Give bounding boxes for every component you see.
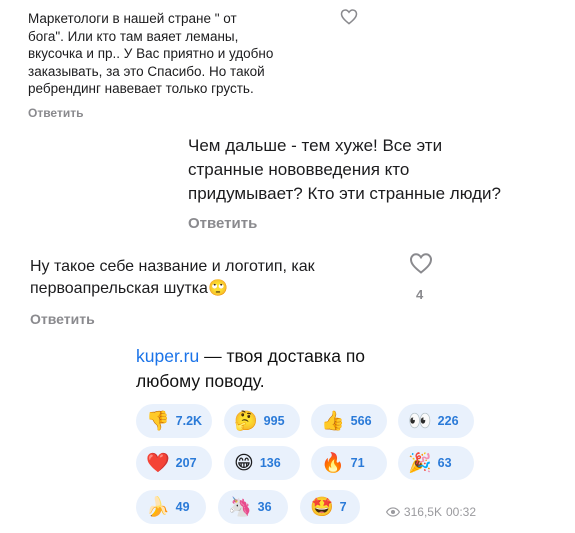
eyes-icon: 👀 <box>408 409 432 432</box>
post-text-line-2: любому поводу. <box>136 371 265 391</box>
comment-line: Чем дальше - тем хуже! Все эти <box>188 136 443 155</box>
fire-icon: 🔥 <box>321 451 345 474</box>
reaction-fire[interactable]: 🔥 71 <box>311 446 387 480</box>
post-meta: 316,5K 00:32 <box>385 505 476 519</box>
reaction-count: 226 <box>437 414 459 428</box>
reaction-count: 207 <box>175 456 197 470</box>
post-link[interactable]: kuper.ru <box>136 346 199 366</box>
reaction-count: 7 <box>339 500 347 514</box>
like-count: 4 <box>416 287 424 302</box>
reaction-star-struck[interactable]: 🤩 7 <box>300 490 360 524</box>
post-text: kuper.ru — твоя доставка по любому повод… <box>136 344 365 394</box>
reaction-count: 71 <box>350 456 365 470</box>
comment-line: ребрендинг навевает только грусть. <box>28 81 254 96</box>
reaction-count: 63 <box>437 456 452 470</box>
thumbs-up-icon: 👍 <box>321 409 345 432</box>
thinking-face-icon: 🤔 <box>234 409 258 432</box>
reaction-unicorn[interactable]: 🦄 36 <box>218 490 288 524</box>
comment-2-text: Чем дальше - тем хуже! Все эти странные … <box>188 134 501 206</box>
reaction-banana[interactable]: 🍌 49 <box>136 490 206 524</box>
reaction-count: 995 <box>263 414 285 428</box>
reaction-heart[interactable]: ❤️ 207 <box>136 446 212 480</box>
comment-line: странные нововведения кто <box>188 160 410 179</box>
reply-button[interactable]: Ответить <box>28 106 83 120</box>
reaction-count: 49 <box>175 500 190 514</box>
banana-icon: 🍌 <box>146 495 170 518</box>
reaction-party[interactable]: 🎉 63 <box>398 446 474 480</box>
heart-outline-icon[interactable] <box>409 252 433 274</box>
comment-line: бога". Или кто там ваяет леманы, <box>28 28 239 44</box>
eye-icon <box>385 507 400 517</box>
reaction-eyes[interactable]: 👀 226 <box>398 404 474 438</box>
post-time: 00:32 <box>445 505 476 519</box>
reply-button[interactable]: Ответить <box>188 215 257 232</box>
comment-line: заказывать, за это Спасибо. Но такой <box>28 63 265 79</box>
unicorn-icon: 🦄 <box>228 495 252 518</box>
heart-outline-icon[interactable] <box>340 8 358 25</box>
reaction-count: 7.2K <box>175 414 203 428</box>
comment-line: вкусочка и пр.. У Вас приятно и удобно <box>28 46 274 61</box>
comment-line: Ну такое себе название и логотип, как <box>30 258 315 275</box>
reaction-grin[interactable]: 😁 136 <box>224 446 300 480</box>
party-popper-icon: 🎉 <box>408 451 432 474</box>
star-struck-icon: 🤩 <box>310 495 334 518</box>
post-text-line-1: kuper.ru — твоя доставка по <box>136 344 365 369</box>
grinning-face-icon: 😁 <box>234 451 254 474</box>
reaction-count: 136 <box>259 456 281 470</box>
reaction-count: 36 <box>257 500 272 514</box>
red-heart-icon: ❤️ <box>146 451 170 474</box>
reaction-count: 566 <box>350 414 372 428</box>
comment-line: первоапрельская шутка🙄 <box>30 280 228 297</box>
reaction-thinking[interactable]: 🤔 995 <box>224 404 300 438</box>
comment-line: Маркетологи в нашей стране " от <box>28 11 237 26</box>
view-count: 316,5K <box>403 505 442 519</box>
thumbs-down-icon: 👎 <box>146 409 170 432</box>
channel-post: kuper.ru — твоя доставка по любому повод… <box>128 336 500 533</box>
reaction-thumbs-down[interactable]: 👎 7.2K <box>136 404 212 438</box>
reaction-thumbs-up[interactable]: 👍 566 <box>311 404 387 438</box>
comment-3-text: Ну такое себе название и логотип, как пе… <box>30 256 315 300</box>
comment-line: придумывает? Кто эти странные люди? <box>188 184 501 203</box>
reply-button[interactable]: Ответить <box>30 311 95 327</box>
post-text-rest: — твоя доставка по <box>199 346 366 366</box>
comment-1-text: Маркетологи в нашей стране " от бога". И… <box>28 10 273 98</box>
